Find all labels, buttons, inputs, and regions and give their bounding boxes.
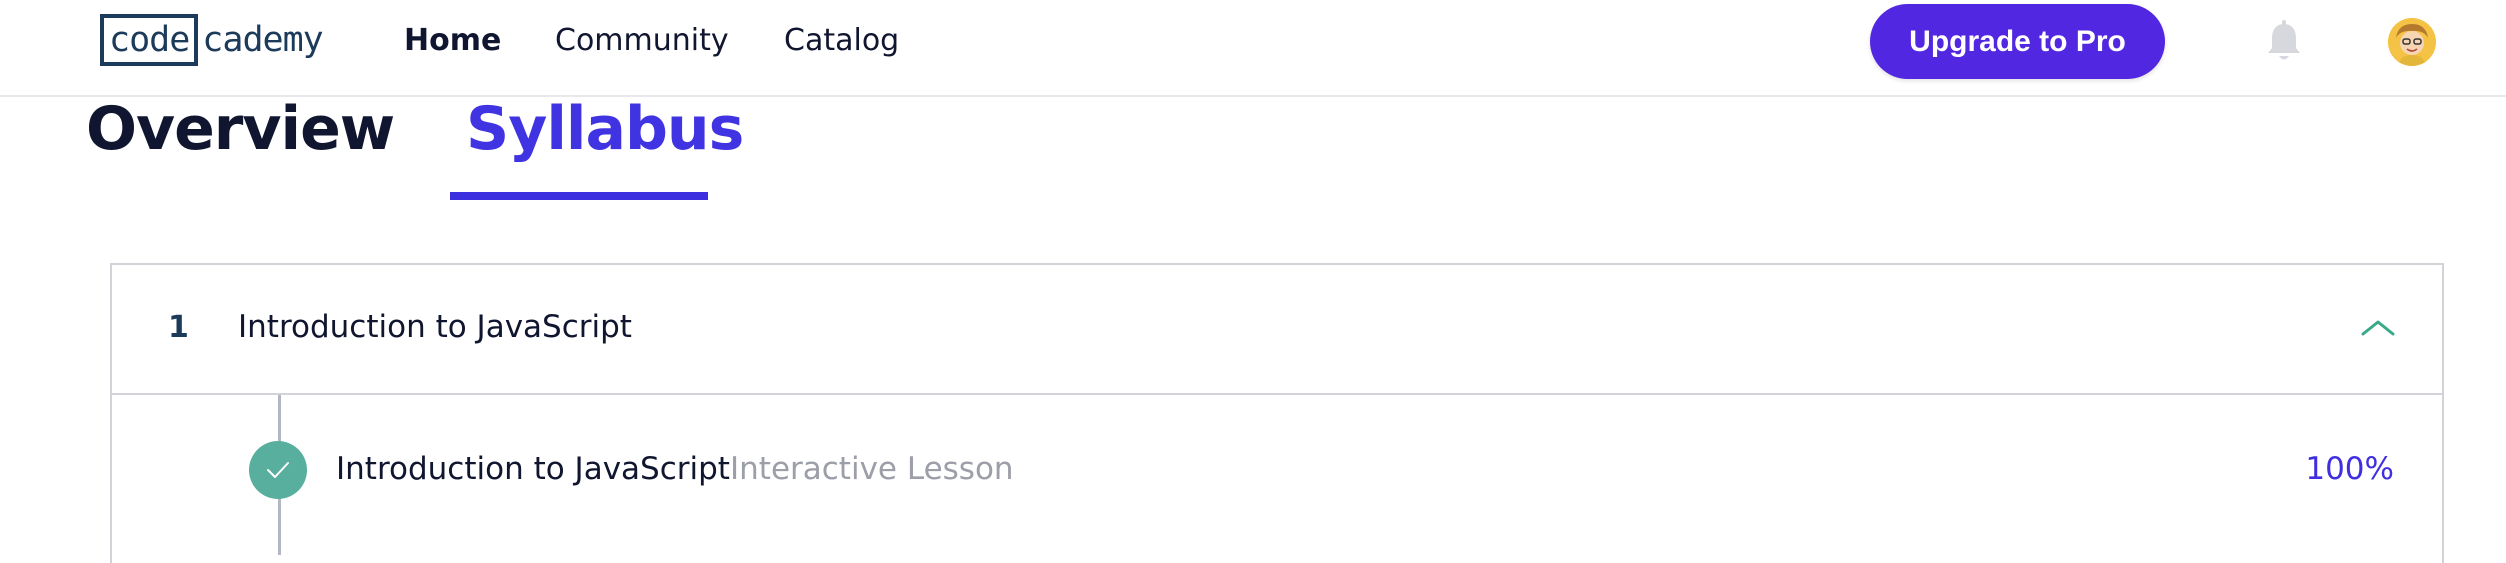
top-navigation-bar: code cademy Home Community Catalog Upgrad… [0, 0, 2506, 97]
upgrade-to-pro-button[interactable]: Upgrade to Pro [1870, 4, 2165, 79]
tab-overview[interactable]: Overview [86, 94, 395, 164]
lesson-progress: 100% [2305, 451, 2394, 487]
lesson-type-label: Interactive Lesson [730, 451, 1014, 487]
chevron-up-icon[interactable] [2360, 315, 2396, 339]
logo-boxed-text: code [100, 14, 199, 66]
lesson-row[interactable]: Introduction to JavaScript Interactive L… [112, 395, 2442, 535]
nav-link-home[interactable]: Home [404, 21, 501, 61]
active-tab-indicator [450, 192, 708, 200]
completed-check-icon [249, 441, 307, 499]
module-number: 1 [168, 310, 189, 345]
nav-link-community[interactable]: Community [555, 21, 729, 61]
syllabus-module-card: 1 Introduction to JavaScript Introductio… [110, 263, 2444, 563]
logo-text: cademy [202, 20, 323, 60]
module-title: Introduction to JavaScript [238, 309, 632, 345]
avatar[interactable] [2388, 18, 2436, 66]
tab-syllabus[interactable]: Syllabus [466, 94, 744, 164]
nav-link-catalog[interactable]: Catalog [784, 21, 899, 61]
module-header[interactable]: 1 Introduction to JavaScript [112, 265, 2442, 395]
bell-icon[interactable] [2266, 20, 2302, 64]
codecademy-logo[interactable]: code cademy [100, 14, 324, 66]
lesson-title[interactable]: Introduction to JavaScript [336, 451, 730, 487]
